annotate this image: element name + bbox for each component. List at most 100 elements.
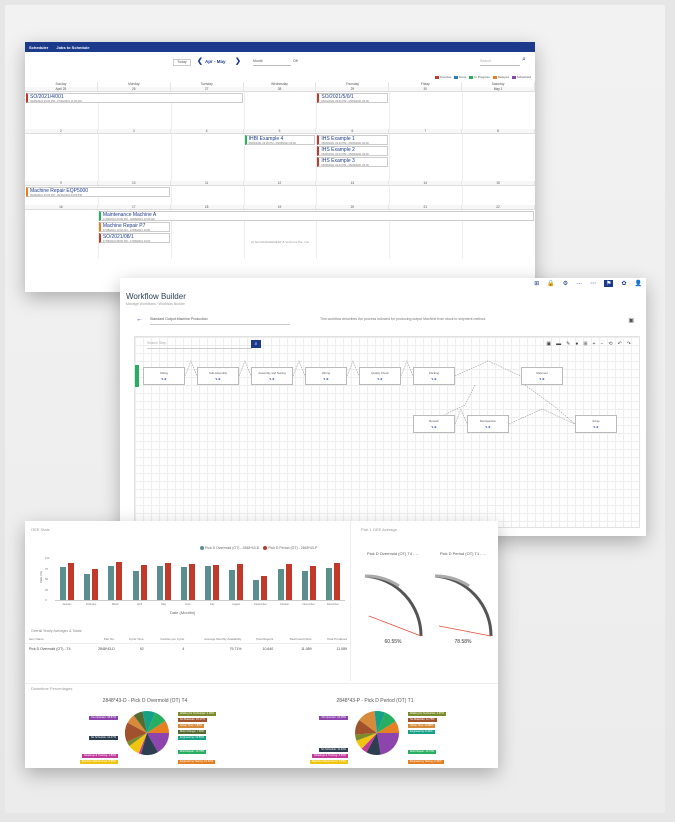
chart-bar[interactable] [309, 565, 316, 600]
pie-chart[interactable] [352, 708, 402, 758]
workflow-step[interactable]: Kitting ✎ ⚙ [143, 367, 185, 385]
step-actions-icon[interactable]: ✎ ⚙ [468, 426, 508, 429]
top-icon[interactable]: ⚙ [563, 280, 568, 287]
step-actions-icon[interactable]: ✎ ⚙ [414, 378, 454, 381]
today-button[interactable]: Today [173, 59, 191, 66]
downtime-caption: Downtime Percentages [31, 686, 73, 691]
pie-label: No Schedule: 14.47% [88, 736, 118, 740]
chart-bar[interactable] [92, 568, 99, 600]
top-icon[interactable]: ⊞ [534, 280, 539, 287]
pie-label: No Operator: 23.48% [319, 716, 348, 720]
workflow-description[interactable]: This workflow describes the process foll… [320, 317, 520, 321]
week-row: SO/2021/4/001 04/25/2021 03:00 PM - 07/26… [25, 91, 535, 129]
chart-bar[interactable] [237, 563, 244, 600]
calendar-footer: (c) E2i MANAGEMENT & Ventures Pte. Ltd. [250, 240, 310, 244]
workflow-canvas[interactable]: Search Step ⌕ ▣ ▬ ✎ ● ⊞ + − ⟲ ↶ ↷ Kitting ✎ ⚙ Sub-A… [134, 336, 640, 528]
chart-bar[interactable] [253, 579, 260, 600]
event-time: 09/16/2021 03:00 PM - 09/16/2021 04:00 P… [30, 194, 82, 197]
legend-label: Pick D Overmold (OT) - 2848*43-D [205, 546, 260, 550]
tab-jobs-to-schedule[interactable]: Jobs to Schedule [56, 45, 89, 50]
calendar-event[interactable]: Machine Repair P7 17/08/2021 10:00 AM - 1… [98, 222, 170, 232]
calendar-event[interactable]: Maintenance Machine A 17/08/2021 03:00 PM… [98, 211, 534, 221]
table-header: Part No. [87, 635, 119, 644]
x-axis-label: Date (Months) [170, 610, 196, 615]
y-tick-label: 0 [45, 599, 47, 602]
view-select[interactable]: Month [253, 59, 291, 66]
step-actions-icon[interactable]: ✎ ⚙ [198, 378, 238, 381]
calendar-event[interactable]: SO/2021/5/0/1 05/01/2021 03:00 PM - 05/03… [317, 93, 389, 103]
scheduler-topbar: Scheduler Jobs to Schedule [25, 42, 535, 52]
calendar-event[interactable]: SO/2021/4/001 04/25/2021 03:00 PM - 07/26… [26, 93, 243, 103]
workflow-step[interactable]: Reinspection ✎ ⚙ [467, 415, 509, 433]
top-icon[interactable]: 🔒 [547, 280, 554, 287]
chart-bar[interactable] [156, 565, 163, 600]
step-actions-icon[interactable]: ✎ ⚙ [360, 378, 400, 381]
top-icon[interactable]: 👤 [635, 280, 642, 287]
calendar-event[interactable]: IHS Example 3 06/05/2021 03:44 PM - 06/05… [317, 157, 389, 167]
step-actions-icon[interactable]: ✎ ⚙ [306, 378, 346, 381]
tab-scheduler[interactable]: Scheduler [29, 45, 48, 50]
step-label: Wiring [322, 371, 330, 375]
back-arrow-icon[interactable]: ← [136, 316, 143, 323]
chart-bar[interactable] [108, 566, 115, 600]
top-icon[interactable]: … [576, 280, 582, 287]
calendar-event[interactable]: IHS Example 2 06/05/2021 03:44 PM - 06/05… [317, 146, 389, 156]
chart-bar[interactable] [333, 563, 340, 600]
chart-bar[interactable] [68, 563, 74, 600]
workflow-step[interactable]: Quality Check ✎ ⚙ [359, 367, 401, 385]
top-icon[interactable]: ⚑ [604, 280, 614, 287]
chart-bar[interactable] [188, 563, 195, 600]
step-label: Assembly and Testing [258, 371, 286, 375]
chart-bar[interactable] [180, 567, 187, 600]
chart-bar[interactable] [285, 563, 292, 600]
workflow-step[interactable]: Packing ✎ ⚙ [413, 367, 455, 385]
chart-bar[interactable] [277, 568, 284, 600]
prev-month-icon[interactable]: ❮ [197, 57, 203, 65]
x-tick-label: March [111, 603, 119, 606]
table-row[interactable]: Pick D Overmold (OT) - T4 2848*43-D 92 4 79.… [25, 644, 351, 655]
chart-bar[interactable] [84, 573, 91, 600]
table-cell: 92 [139, 647, 144, 651]
step-actions-icon[interactable]: ✎ ⚙ [144, 378, 184, 381]
top-icon[interactable]: ⋯ [590, 280, 596, 287]
step-actions-icon[interactable]: ✎ ⚙ [252, 378, 292, 381]
next-month-icon[interactable]: ❯ [235, 57, 241, 65]
workflow-step[interactable]: Assembly and Testing ✎ ⚙ [251, 367, 293, 385]
chart-bar[interactable] [164, 563, 171, 600]
chart-bar[interactable] [261, 575, 268, 600]
legend-item: Overdue [434, 75, 451, 79]
workflow-step[interactable]: Wiring ✎ ⚙ [305, 367, 347, 385]
step-actions-icon[interactable]: ✎ ⚙ [414, 426, 454, 429]
chart-bar[interactable] [140, 564, 147, 600]
chart-bar[interactable] [229, 569, 236, 600]
step-label: Quality Check [371, 371, 389, 375]
pie-chart[interactable] [122, 708, 172, 758]
chart-bar[interactable] [60, 567, 66, 600]
chart-bar[interactable] [116, 562, 123, 600]
search-icon[interactable]: ⌕ [522, 56, 526, 64]
calendar-event[interactable]: IHS Example 1 06/05/2021 03:44 PM - 06/05… [317, 135, 389, 145]
step-actions-icon[interactable]: ✎ ⚙ [576, 426, 616, 429]
workflow-name-field[interactable]: Standard Output Machine Production [150, 317, 290, 325]
workflow-step[interactable]: Rework ✎ ⚙ [413, 415, 455, 433]
chart-bar[interactable] [205, 566, 211, 600]
pie-label: Machine Maintenance: 9.88% [79, 760, 118, 764]
event-time: 17/08/2021 03:00 PM - 18/08/2021 10:00 A… [102, 218, 155, 221]
event-time: 06/05/2021 03:44 PM - 06/05/2021 04:00 [321, 153, 369, 156]
chart-bar[interactable] [325, 568, 332, 600]
calendar-event[interactable]: IHBI Example 4 06/05/2021 03:00 PM - 06/0… [244, 135, 316, 145]
chart-bar[interactable] [301, 571, 308, 600]
x-tick-label: August [232, 603, 241, 606]
step-actions-icon[interactable]: ✎ ⚙ [522, 378, 562, 381]
workflow-step[interactable]: Sub-Assembly ✎ ⚙ [197, 367, 239, 385]
lane-toggle[interactable]: Off [293, 59, 298, 63]
save-icon[interactable]: ▣ [628, 317, 634, 324]
calendar-event[interactable]: Machine Repair EQP5000 09/16/2021 03:00 P… [26, 187, 170, 197]
top-icon[interactable]: ✿ [621, 280, 626, 287]
chart-bar[interactable] [132, 570, 139, 600]
table-cell: Pick D Overmold (OT) - T4 [29, 647, 71, 651]
search-input[interactable]: Search [480, 59, 520, 66]
workflow-step[interactable]: Scrap ✎ ⚙ [575, 415, 617, 433]
workflow-step[interactable]: Shipment ✎ ⚙ [521, 367, 563, 385]
chart-bar[interactable] [213, 564, 219, 600]
